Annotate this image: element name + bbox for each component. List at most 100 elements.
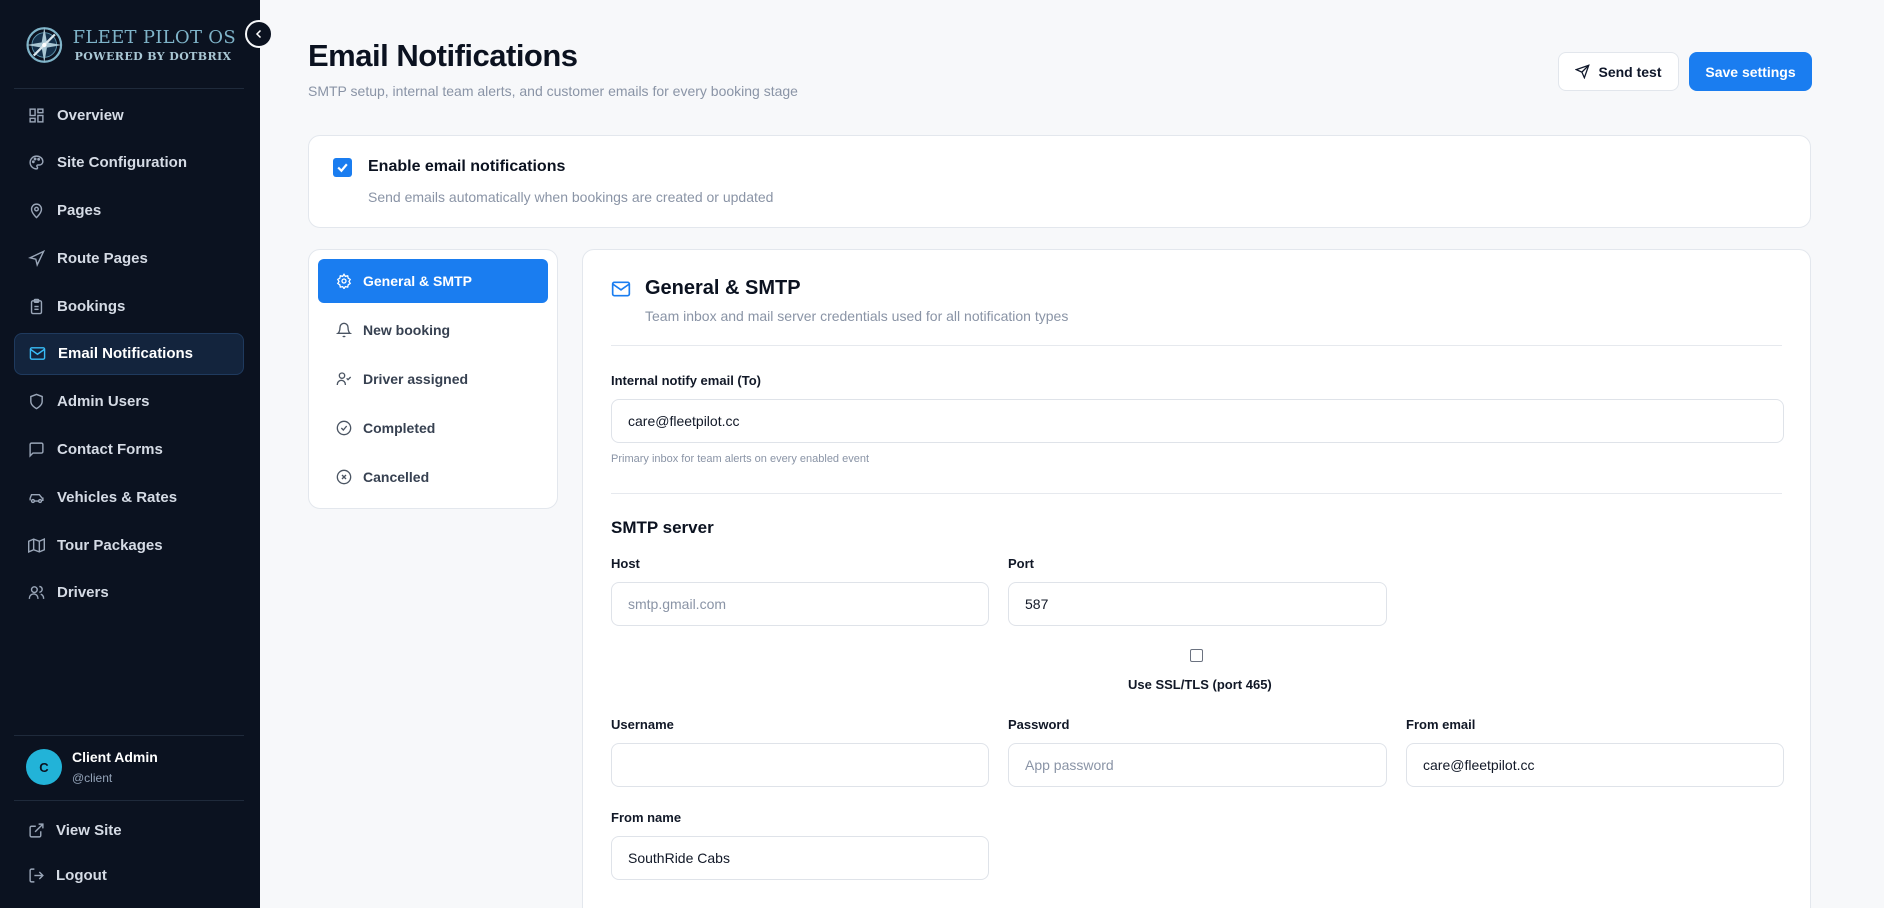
username-field[interactable]: [611, 743, 989, 787]
check-circle-icon: [336, 420, 352, 436]
shield-icon: [27, 393, 45, 411]
view-site-label: View Site: [56, 821, 122, 839]
bell-icon: [336, 322, 352, 338]
sidebar-item-contact-forms[interactable]: Contact Forms: [14, 429, 244, 471]
sidebar-item-tour-packages[interactable]: Tour Packages: [14, 524, 244, 566]
ssl-label[interactable]: Use SSL/TLS (port 465): [1128, 677, 1272, 692]
tab-new-booking[interactable]: New booking: [318, 308, 548, 352]
tab-cancelled[interactable]: Cancelled: [318, 455, 548, 499]
sidebar-item-route-pages[interactable]: Route Pages: [14, 237, 244, 279]
sidebar-nav: Overview Site Configuration Pages Route …: [14, 94, 244, 620]
internal-email-label: Internal notify email (To): [611, 373, 761, 388]
sidebar-item-bookings[interactable]: Bookings: [14, 285, 244, 327]
brand-logo-area[interactable]: FLEET PILOT OS POWERED BY DOTBRIX: [24, 20, 236, 70]
send-test-button[interactable]: Send test: [1558, 52, 1679, 91]
map-icon: [27, 536, 45, 554]
mail-icon: [611, 281, 631, 297]
tab-label: General & SMTP: [363, 273, 472, 289]
x-circle-icon: [336, 469, 352, 485]
host-label: Host: [611, 556, 640, 571]
sidebar-item-label: Drivers: [57, 584, 109, 602]
enable-notifications-description: Send emails automatically when bookings …: [368, 189, 774, 205]
sidebar-item-vehicles-rates[interactable]: Vehicles & Rates: [14, 476, 244, 518]
sidebar-item-label: Overview: [57, 106, 124, 124]
sidebar-item-label: Bookings: [57, 297, 126, 315]
tab-label: Driver assigned: [363, 371, 469, 387]
divider: [14, 88, 244, 89]
sidebar-item-overview[interactable]: Overview: [14, 94, 244, 136]
sidebar-item-label: Email Notifications: [58, 345, 194, 363]
map-pin-icon: [27, 202, 45, 220]
send-test-label: Send test: [1598, 63, 1662, 80]
logout-label: Logout: [56, 866, 107, 884]
logout-link[interactable]: Logout: [28, 866, 107, 884]
mail-icon: [28, 345, 46, 363]
sidebar-item-label: Pages: [57, 202, 102, 220]
from-email-label: From email: [1406, 717, 1476, 732]
message-square-icon: [27, 441, 45, 459]
section-description: Team inbox and mail server credentials u…: [645, 308, 1069, 324]
enable-notifications-checkbox[interactable]: [333, 158, 352, 177]
sidebar-item-drivers[interactable]: Drivers: [14, 572, 244, 614]
compass-logo-icon: [26, 27, 63, 63]
username-label: Username: [611, 717, 674, 732]
sidebar-item-label: Vehicles & Rates: [57, 488, 178, 506]
brand-title: FLEET PILOT OS: [72, 26, 236, 48]
enable-notifications-label[interactable]: Enable email notifications: [368, 158, 565, 176]
section-title: General & SMTP: [645, 277, 801, 299]
from-email-field[interactable]: care@fleetpilot.cc: [1406, 743, 1784, 787]
clipboard-icon: [27, 297, 45, 315]
view-site-link[interactable]: View Site: [28, 821, 122, 839]
avatar: C: [26, 749, 62, 785]
palette-icon: [27, 154, 45, 172]
external-link-icon: [28, 821, 46, 839]
port-label: Port: [1008, 556, 1034, 571]
divider: [14, 800, 244, 801]
divider: [611, 345, 1782, 346]
sidebar-item-label: Contact Forms: [57, 441, 163, 459]
brand-subtitle: POWERED BY DOTBRIX: [74, 49, 232, 63]
password-field[interactable]: App password: [1008, 743, 1387, 787]
sidebar-collapse-button[interactable]: [245, 20, 273, 48]
from-name-label: From name: [611, 810, 682, 825]
sidebar-item-admin-users[interactable]: Admin Users: [14, 381, 244, 423]
user-handle: @client: [72, 771, 113, 785]
navigation-icon: [27, 249, 45, 267]
save-settings-button[interactable]: Save settings: [1689, 52, 1812, 91]
user-profile[interactable]: C Client Admin @client: [26, 749, 158, 785]
tab-label: New booking: [363, 322, 451, 338]
page-subtitle: SMTP setup, internal team alerts, and cu…: [308, 83, 798, 99]
general-smtp-panel: General & SMTP Team inbox and mail serve…: [582, 249, 1811, 908]
users-icon: [27, 584, 45, 602]
tab-general-smtp[interactable]: General & SMTP: [318, 259, 548, 303]
tab-label: Completed: [363, 420, 436, 436]
enable-notifications-card: Enable email notifications Send emails a…: [308, 135, 1811, 228]
from-name-field[interactable]: SouthRide Cabs: [611, 836, 989, 880]
sidebar-item-label: Route Pages: [57, 249, 148, 267]
sidebar-item-pages[interactable]: Pages: [14, 190, 244, 232]
grid-icon: [27, 106, 45, 124]
divider: [14, 735, 244, 736]
password-label: Password: [1008, 717, 1070, 732]
logout-icon: [28, 866, 46, 884]
tab-label: Cancelled: [363, 469, 430, 485]
checkmark-icon: [337, 163, 348, 173]
port-field[interactable]: 587: [1008, 582, 1387, 626]
gear-icon: [336, 273, 352, 289]
car-icon: [27, 488, 45, 506]
smtp-server-heading: SMTP server: [611, 518, 714, 537]
chevron-left-icon: [255, 29, 262, 39]
ssl-checkbox[interactable]: [1190, 649, 1203, 662]
tab-driver-assigned[interactable]: Driver assigned: [318, 357, 548, 401]
host-field[interactable]: smtp.gmail.com: [611, 582, 989, 626]
tab-completed[interactable]: Completed: [318, 406, 548, 450]
internal-email-field[interactable]: care@fleetpilot.cc: [611, 399, 1784, 443]
send-icon: [1575, 64, 1591, 79]
page-title: Email Notifications: [308, 38, 578, 73]
sidebar-item-email-notifications[interactable]: Email Notifications: [14, 332, 244, 375]
notification-tabs: General & SMTP New booking Driver assign…: [308, 249, 558, 509]
sidebar-item-site-configuration[interactable]: Site Configuration: [14, 142, 244, 184]
user-name: Client Admin: [72, 749, 158, 765]
sidebar-item-label: Site Configuration: [57, 154, 187, 172]
internal-email-hint: Primary inbox for team alerts on every e…: [611, 453, 870, 465]
